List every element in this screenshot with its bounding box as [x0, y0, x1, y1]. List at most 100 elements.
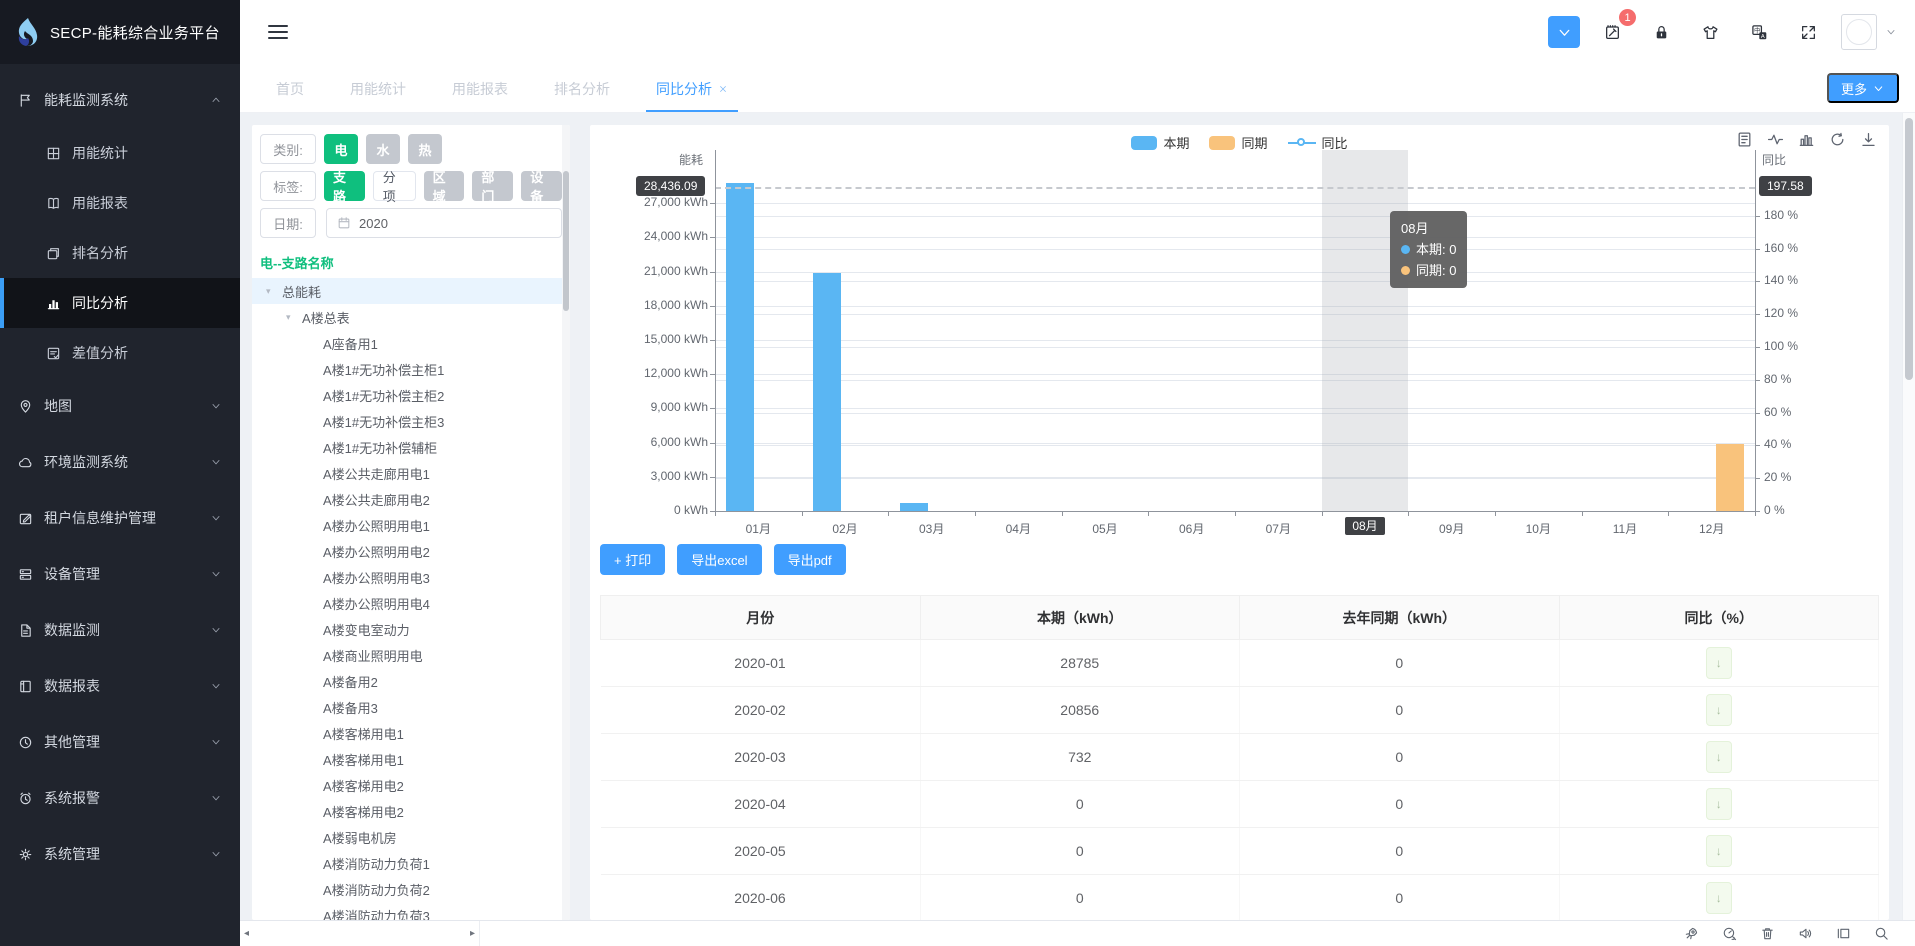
chart-tooltip: 08月本期: 0同期: 0	[1390, 211, 1467, 288]
tree-node[interactable]: A座备用1	[252, 330, 570, 356]
page-scrollbar[interactable]	[1902, 113, 1915, 920]
table-header: 同比（%）	[1559, 596, 1879, 640]
tree-scrollbar-thumb[interactable]	[563, 171, 569, 311]
legend-lastyear[interactable]: 同期	[1209, 133, 1267, 152]
tree-node[interactable]: A楼1#无功补偿辅柜	[252, 434, 570, 460]
sidebar-subitem-1[interactable]: 用能报表	[0, 178, 240, 228]
close-tab-icon[interactable]	[718, 84, 728, 94]
chevron-down-icon	[210, 792, 222, 804]
bar-lastyear[interactable]	[1716, 444, 1744, 511]
bar-current[interactable]	[900, 503, 928, 511]
tree-node[interactable]: A楼备用2	[252, 668, 570, 694]
tree-node[interactable]: A楼客梯用电1	[252, 720, 570, 746]
sidebar-item-6[interactable]: 数据报表	[0, 658, 240, 714]
sidebar-item-0[interactable]: 能耗监测系统	[0, 72, 240, 128]
tree-node[interactable]: A楼变电室动力	[252, 616, 570, 642]
search-icon[interactable]	[1874, 926, 1889, 941]
tree-node[interactable]: A楼公共走廊用电2	[252, 486, 570, 512]
sidebar-item-2[interactable]: 环境监测系统	[0, 434, 240, 490]
filter-button[interactable]: 支路	[324, 171, 365, 201]
sidebar-item-7[interactable]: 其他管理	[0, 714, 240, 770]
tree-node[interactable]: A楼公共走廊用电1	[252, 460, 570, 486]
theme-skin-icon[interactable]	[1693, 15, 1727, 49]
chevron-up-icon	[210, 94, 222, 106]
sidebar-item-1[interactable]: 地图	[0, 378, 240, 434]
dataview-icon[interactable]	[1736, 131, 1753, 148]
window-icon[interactable]	[1836, 926, 1851, 941]
filter-button[interactable]: 水	[366, 134, 400, 164]
tree-node[interactable]: A楼消防动力负荷3	[252, 902, 570, 920]
language-translate-icon[interactable]: 中A	[1742, 15, 1776, 49]
tree-node[interactable]: A楼1#无功补偿主柜3	[252, 408, 570, 434]
sidebar-item-4[interactable]: 设备管理	[0, 546, 240, 602]
tree-node[interactable]: A楼办公照明用电3	[252, 564, 570, 590]
tree-node[interactable]: A楼客梯用电2	[252, 772, 570, 798]
export-excel-button[interactable]: 导出excel	[677, 544, 761, 575]
volume-icon[interactable]	[1798, 926, 1813, 941]
sidebar-item-5[interactable]: 数据监测	[0, 602, 240, 658]
sidebar-hscrollbar[interactable]: ◂ ▸	[240, 921, 480, 946]
tab-3[interactable]: 排名分析	[544, 70, 620, 112]
tree-node[interactable]: A楼1#无功补偿主柜1	[252, 356, 570, 382]
tab-1[interactable]: 用能统计	[340, 70, 416, 112]
fullscreen-icon[interactable]	[1791, 15, 1825, 49]
tree-node[interactable]: A楼办公照明用电4	[252, 590, 570, 616]
legend-current[interactable]: 本期	[1131, 133, 1189, 152]
tree-node[interactable]: A楼办公照明用电2	[252, 538, 570, 564]
download-icon[interactable]	[1860, 131, 1877, 148]
tree-node[interactable]: A楼备用3	[252, 694, 570, 720]
sidebar-subitem-0[interactable]: 用能统计	[0, 128, 240, 178]
refresh-icon[interactable]	[1829, 131, 1846, 148]
sidebar-item-8[interactable]: 系统报警	[0, 770, 240, 826]
more-button[interactable]: 更多	[1827, 73, 1899, 103]
tree-node-root[interactable]: ▾总能耗	[252, 278, 570, 304]
filter-button[interactable]: 设备	[521, 171, 562, 201]
export-pdf-button[interactable]: 导出pdf	[774, 544, 846, 575]
tree-node[interactable]: A楼消防动力负荷2	[252, 876, 570, 902]
tree-node[interactable]: A楼1#无功补偿主柜2	[252, 382, 570, 408]
filter-button[interactable]: 电	[324, 134, 358, 164]
user-avatar[interactable]	[1841, 14, 1877, 50]
scroll-left-arrow-icon[interactable]: ◂	[244, 928, 249, 939]
filter-button[interactable]: 部门	[472, 171, 513, 201]
tab-0[interactable]: 首页	[266, 70, 314, 112]
hamburger-menu-icon[interactable]	[268, 23, 288, 41]
sidebar-subitem-3[interactable]: 同比分析	[0, 278, 240, 328]
filter-button[interactable]: 区域	[424, 171, 465, 201]
tree-node-level1[interactable]: ▾A楼总表	[252, 304, 570, 330]
bars-icon[interactable]	[1798, 131, 1815, 148]
pulse-icon[interactable]	[1767, 131, 1784, 148]
tree-node[interactable]: A楼客梯用电2	[252, 798, 570, 824]
lock-screen-icon[interactable]	[1644, 15, 1678, 49]
scroll-right-arrow-icon[interactable]: ▸	[470, 928, 475, 939]
left-max-marker: 28,436.09	[636, 176, 705, 196]
maintenance-tasks-icon[interactable]: 1	[1595, 15, 1629, 49]
filter-button[interactable]: 分项	[373, 171, 416, 201]
gauge-icon[interactable]	[1722, 926, 1737, 941]
sidebar-subitem-4[interactable]: 差值分析	[0, 328, 240, 378]
tree-node[interactable]: A楼消防动力负荷1	[252, 850, 570, 876]
rocket-icon[interactable]	[1684, 926, 1699, 941]
tree-node[interactable]: A楼客梯用电1	[252, 746, 570, 772]
category-label: 类别:	[260, 134, 316, 164]
print-button[interactable]: + 打印	[600, 544, 665, 575]
calendar-icon	[337, 216, 351, 230]
tree-node[interactable]: A楼商业照明用电	[252, 642, 570, 668]
filter-button[interactable]: 热	[408, 134, 442, 164]
sidebar-item-3[interactable]: 租户信息维护管理	[0, 490, 240, 546]
year-picker[interactable]: 2020	[326, 208, 562, 238]
bar-current[interactable]	[726, 183, 754, 511]
tree-scrollbar[interactable]	[562, 125, 570, 920]
tab-4[interactable]: 同比分析	[646, 70, 738, 112]
quick-action-button[interactable]	[1548, 16, 1580, 48]
tree-node[interactable]: A楼弱电机房	[252, 824, 570, 850]
user-menu-chevron-icon[interactable]	[1885, 26, 1897, 38]
page-scrollbar-thumb[interactable]	[1905, 118, 1913, 380]
bar-current[interactable]	[813, 273, 841, 511]
sidebar-subitem-2[interactable]: 排名分析	[0, 228, 240, 278]
tree-node[interactable]: A楼办公照明用电1	[252, 512, 570, 538]
trash-icon[interactable]	[1760, 926, 1775, 941]
cell-month: 2020-06	[601, 875, 921, 921]
tab-2[interactable]: 用能报表	[442, 70, 518, 112]
sidebar-item-9[interactable]: 系统管理	[0, 826, 240, 882]
